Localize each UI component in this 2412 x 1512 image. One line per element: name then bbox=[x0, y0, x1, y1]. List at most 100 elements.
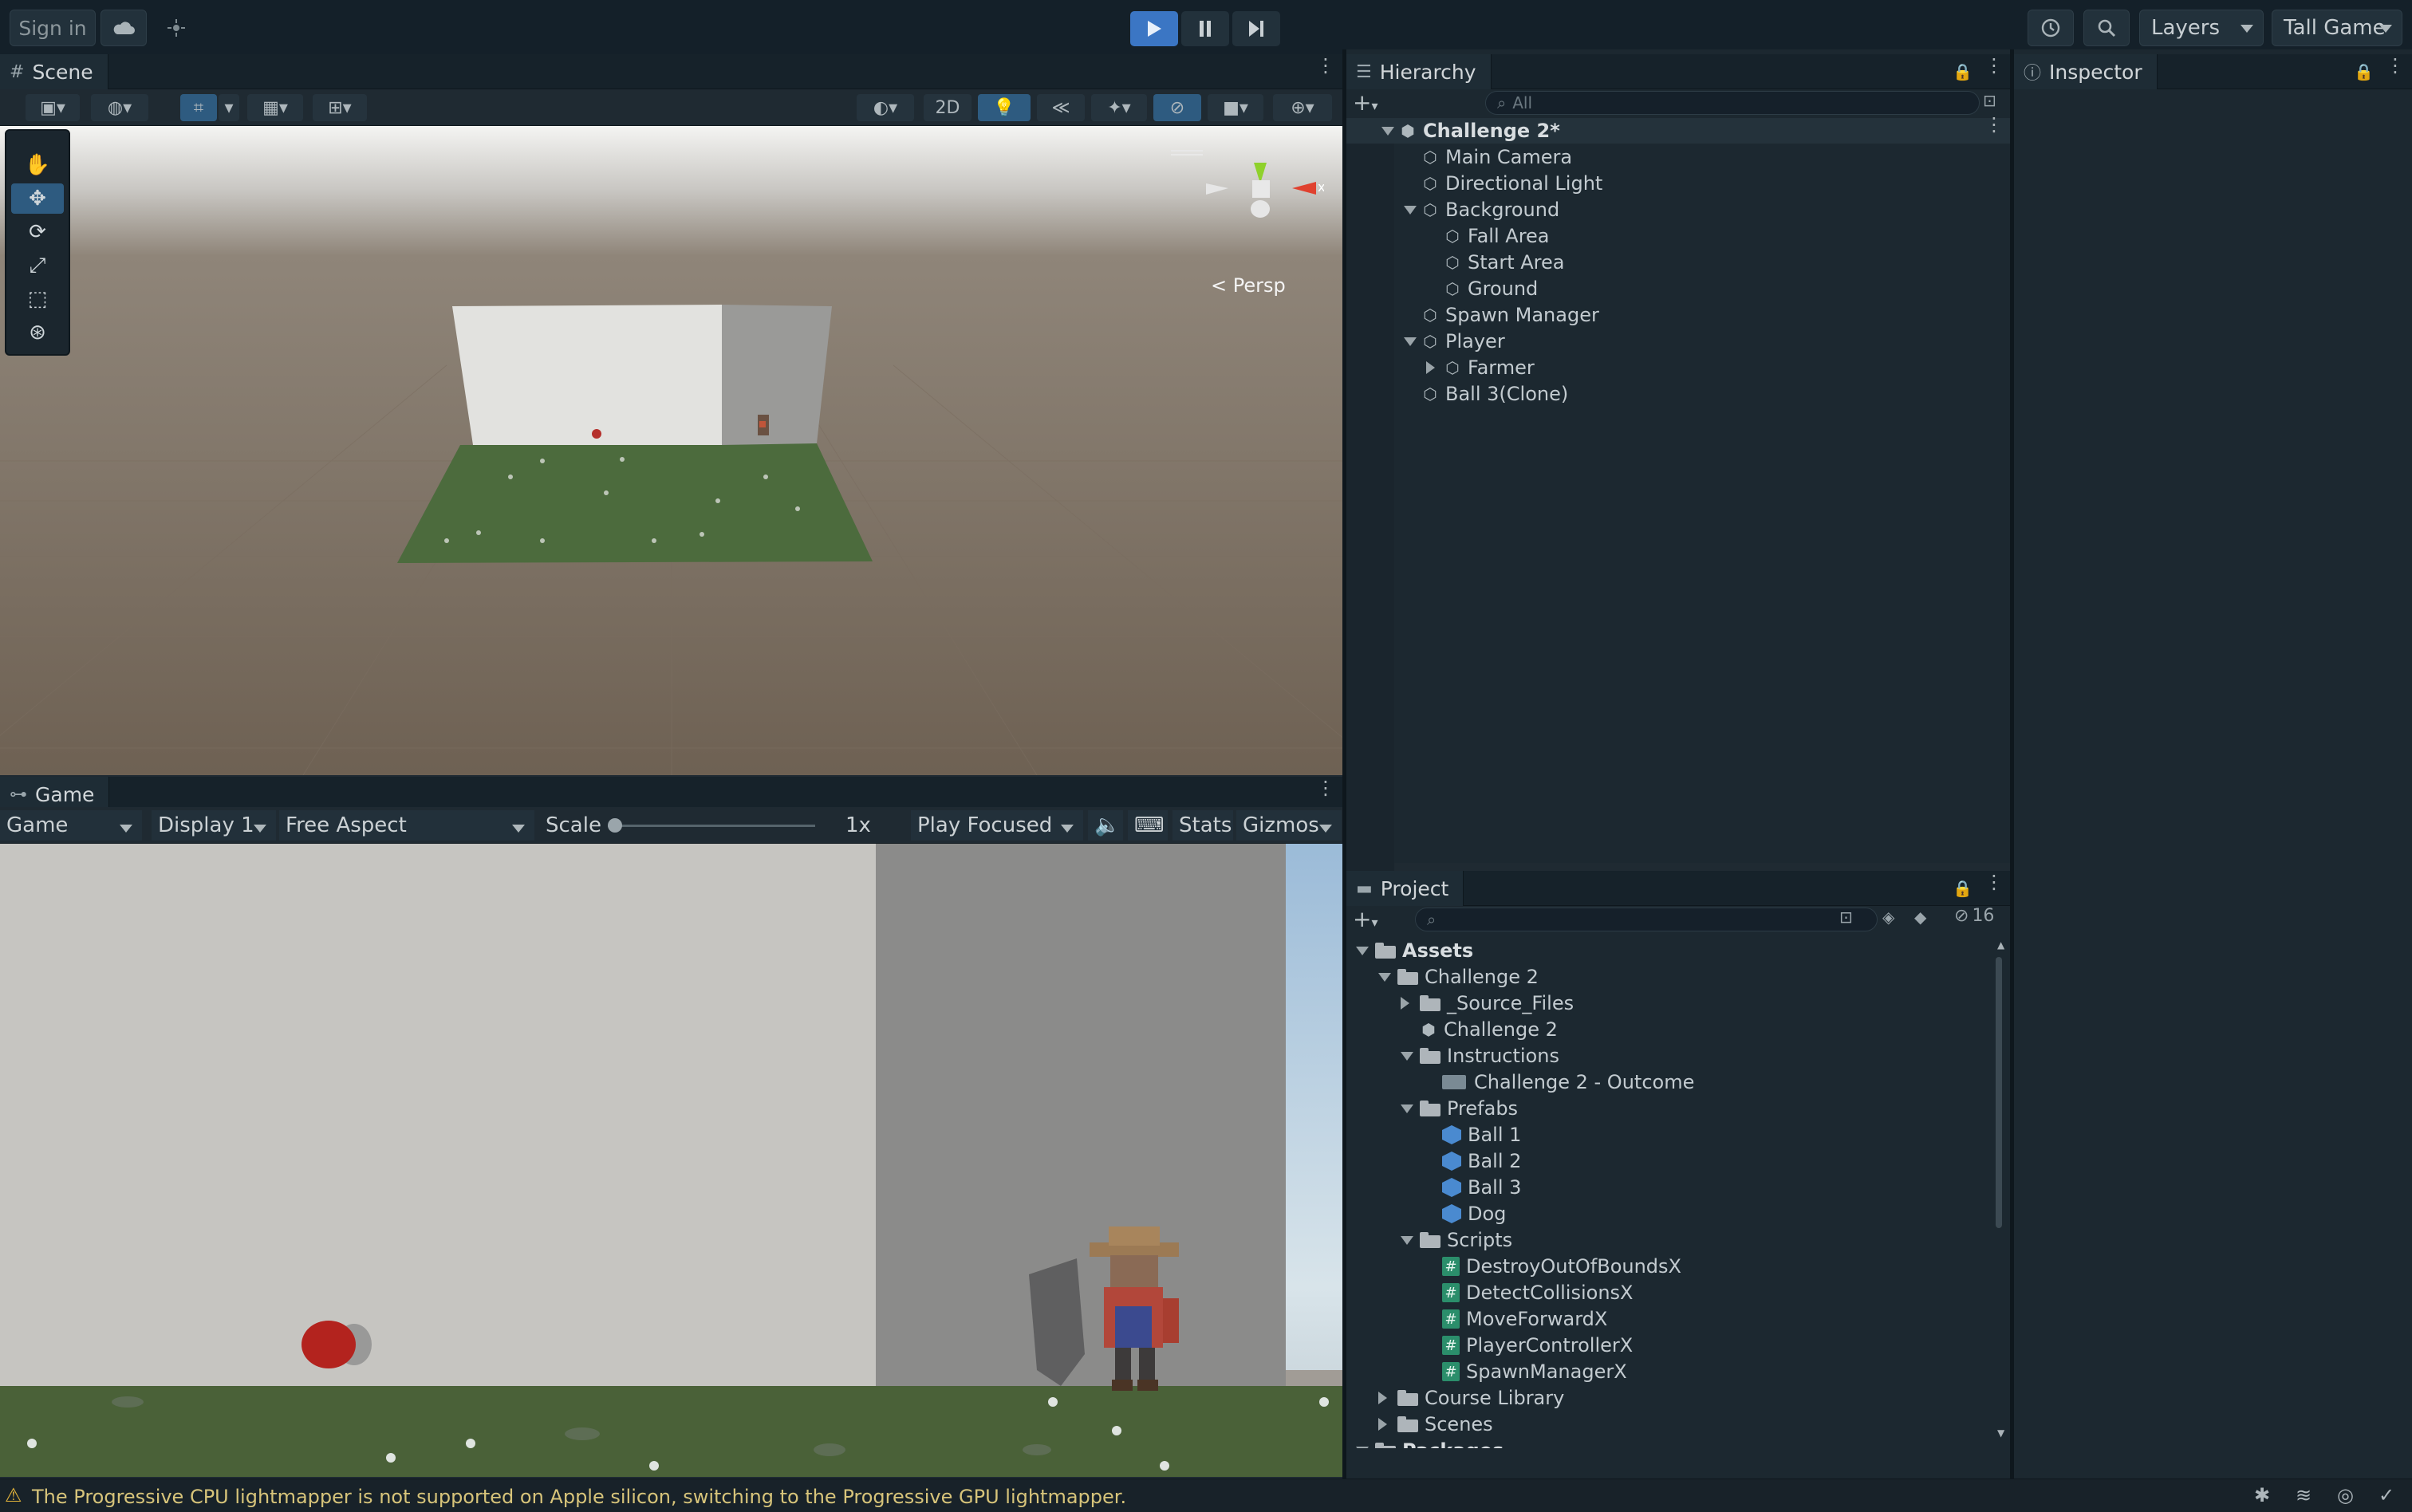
stats-toggle[interactable]: Stats bbox=[1172, 810, 1233, 841]
tab-scene[interactable]: # Scene bbox=[0, 54, 108, 89]
scene-menu-icon[interactable]: ⋮ bbox=[1316, 56, 1335, 75]
transform-tool-button[interactable]: ⊛ bbox=[11, 317, 64, 348]
hierarchy-menu-icon[interactable]: ⋮ bbox=[1984, 56, 2004, 75]
cloud-sync-icon[interactable]: ◎ bbox=[2337, 1484, 2354, 1506]
project-item[interactable]: # MoveForwardX bbox=[1346, 1306, 1989, 1332]
hierarchy-item[interactable]: ⬡ Fall Area bbox=[1346, 223, 2010, 249]
hierarchy-search-input[interactable]: ⌕ All bbox=[1485, 91, 1980, 115]
increment-snap-dropdown[interactable]: ⊞▾ bbox=[313, 94, 367, 121]
bug-icon[interactable]: ✱ bbox=[2254, 1484, 2270, 1506]
hierarchy-item[interactable]: ⬡ Main Camera bbox=[1346, 144, 2010, 170]
collapse-arrow-icon[interactable] bbox=[1378, 1392, 1387, 1404]
project-item[interactable]: Course Library bbox=[1346, 1385, 1989, 1411]
create-asset-button[interactable]: +▾ bbox=[1353, 906, 1393, 933]
project-item[interactable]: Assets bbox=[1346, 938, 1989, 963]
play-button[interactable] bbox=[1130, 11, 1178, 46]
filter-label-icon[interactable]: ◆ bbox=[1914, 908, 1926, 927]
rect-tool-button[interactable]: ⬚ bbox=[11, 284, 64, 314]
shortcuts-toggle[interactable]: ⌨ bbox=[1128, 810, 1168, 841]
rotate-tool-button[interactable]: ⟳ bbox=[11, 217, 64, 247]
move-tool-button[interactable]: ✥ bbox=[11, 183, 64, 214]
game-mode-dropdown[interactable]: Game bbox=[0, 810, 142, 841]
orientation-gizmo[interactable]: x bbox=[1196, 155, 1324, 242]
cloud-icon[interactable] bbox=[100, 10, 147, 46]
hidden-objects-toggle[interactable]: ⊘ bbox=[1153, 94, 1201, 121]
filter-type-icon[interactable]: ◈ bbox=[1882, 908, 1894, 927]
pause-button[interactable] bbox=[1181, 11, 1229, 46]
project-item[interactable]: # PlayerControllerX bbox=[1346, 1333, 1989, 1358]
lighting-toggle[interactable]: 💡 bbox=[978, 94, 1031, 121]
expand-arrow-icon[interactable] bbox=[1401, 1052, 1413, 1061]
status-bar[interactable]: ⚠ The Progressive CPU lightmapper is not… bbox=[0, 1479, 2412, 1512]
gizmos-toggle[interactable]: Gizmos bbox=[1236, 810, 1342, 841]
expand-arrow-icon[interactable] bbox=[1401, 1236, 1413, 1245]
snap-toggle[interactable]: ⌗ bbox=[180, 94, 217, 121]
scrollbar-thumb[interactable] bbox=[1996, 957, 2002, 1228]
project-item[interactable]: Scenes bbox=[1346, 1412, 1989, 1437]
effects-dropdown[interactable]: ✦▾ bbox=[1091, 94, 1147, 121]
project-item[interactable]: Challenge 2 bbox=[1346, 964, 1989, 990]
shading-mode-dropdown[interactable]: ◐▾ bbox=[857, 94, 914, 121]
display-dropdown[interactable]: Display 1 bbox=[152, 810, 276, 841]
hierarchy-item[interactable]: ⬡ Ground bbox=[1346, 276, 2010, 301]
hierarchy-item[interactable]: ⬡ Player bbox=[1346, 329, 2010, 354]
expand-arrow-icon[interactable] bbox=[1404, 206, 1417, 215]
project-item[interactable]: Instructions bbox=[1346, 1043, 1989, 1069]
hierarchy-item[interactable]: ⬡ Start Area bbox=[1346, 250, 2010, 275]
project-item[interactable]: Challenge 2 - Outcome bbox=[1346, 1069, 1989, 1095]
scale-slider-thumb[interactable] bbox=[608, 818, 622, 833]
project-item[interactable]: Ball 3 bbox=[1346, 1175, 1989, 1200]
cache-icon[interactable]: ≋ bbox=[2296, 1484, 2312, 1506]
step-button[interactable] bbox=[1232, 11, 1280, 46]
project-item[interactable]: ⬢ Challenge 2 bbox=[1346, 1017, 1989, 1042]
history-button[interactable] bbox=[2028, 10, 2074, 46]
project-item[interactable]: Ball 2 bbox=[1346, 1148, 1989, 1174]
project-item[interactable]: # SpawnManagerX bbox=[1346, 1359, 1989, 1384]
project-search-input[interactable]: ⌕ bbox=[1415, 908, 1878, 931]
sign-in-button[interactable]: Sign in bbox=[10, 10, 96, 46]
grid-snap-dropdown[interactable]: ▦▾ bbox=[247, 94, 303, 121]
project-item[interactable]: Ball 1 bbox=[1346, 1122, 1989, 1148]
project-item[interactable]: Packages bbox=[1346, 1438, 1989, 1448]
tab-inspector[interactable]: ⓘ Inspector bbox=[2014, 54, 2158, 89]
draw-mode-dropdown[interactable]: ▣▾ bbox=[26, 94, 80, 121]
lock-icon[interactable]: 🔒 bbox=[1953, 879, 1973, 898]
project-menu-icon[interactable]: ⋮ bbox=[1984, 872, 2004, 892]
hierarchy-item[interactable]: ⬡ Farmer bbox=[1346, 355, 2010, 380]
audio-toggle[interactable]: ≪ bbox=[1037, 94, 1085, 121]
collapse-arrow-icon[interactable] bbox=[1426, 361, 1435, 374]
aspect-dropdown[interactable]: Free Aspect bbox=[279, 810, 534, 841]
scale-tool-button[interactable]: ⤢ bbox=[11, 250, 64, 281]
game-menu-icon[interactable]: ⋮ bbox=[1316, 778, 1335, 797]
expand-arrow-icon[interactable] bbox=[1401, 1104, 1413, 1113]
toggle-2d-button[interactable]: 2D bbox=[924, 94, 972, 121]
project-item[interactable]: # DetectCollisionsX bbox=[1346, 1280, 1989, 1305]
expand-arrow-icon[interactable] bbox=[1404, 337, 1417, 346]
project-item[interactable]: # DestroyOutOfBoundsX bbox=[1346, 1254, 1989, 1279]
hidden-packages-toggle[interactable]: ⊘ 16 bbox=[1954, 906, 1994, 926]
project-item[interactable]: Dog bbox=[1346, 1201, 1989, 1227]
scene-view[interactable]: x < Persp bbox=[0, 126, 1342, 775]
scale-slider-track[interactable] bbox=[608, 825, 815, 827]
hand-tool-button[interactable]: ✋ bbox=[11, 150, 64, 180]
search-options-icon[interactable]: ⊡ bbox=[1983, 91, 1996, 110]
layout-dropdown[interactable]: Tall Game bbox=[2272, 10, 2402, 46]
lock-icon[interactable]: 🔒 bbox=[1953, 62, 1973, 81]
search-options-icon[interactable]: ⊡ bbox=[1839, 908, 1853, 927]
project-item[interactable]: Prefabs bbox=[1346, 1096, 1989, 1121]
gizmo-handle[interactable] bbox=[1171, 150, 1203, 156]
collapse-arrow-icon[interactable] bbox=[1401, 997, 1409, 1010]
layers-dropdown[interactable]: Layers bbox=[2139, 10, 2264, 46]
inspector-menu-icon[interactable]: ⋮ bbox=[2386, 56, 2405, 75]
check-icon[interactable]: ✓ bbox=[2378, 1484, 2394, 1506]
expand-arrow-icon[interactable] bbox=[1378, 973, 1391, 982]
search-button[interactable] bbox=[2083, 10, 2130, 46]
tab-project[interactable]: ▬ Project bbox=[1346, 871, 1464, 906]
hierarchy-item[interactable]: ⬡ Spawn Manager bbox=[1346, 302, 2010, 328]
game-view[interactable] bbox=[0, 844, 1342, 1477]
tab-hierarchy[interactable]: ☰ Hierarchy bbox=[1346, 54, 1492, 89]
global-local-dropdown[interactable]: ◍▾ bbox=[91, 94, 148, 121]
collab-icon[interactable] bbox=[156, 10, 196, 46]
expand-arrow-icon[interactable] bbox=[1356, 947, 1369, 955]
snap-dropdown[interactable]: ▾ bbox=[219, 94, 239, 121]
